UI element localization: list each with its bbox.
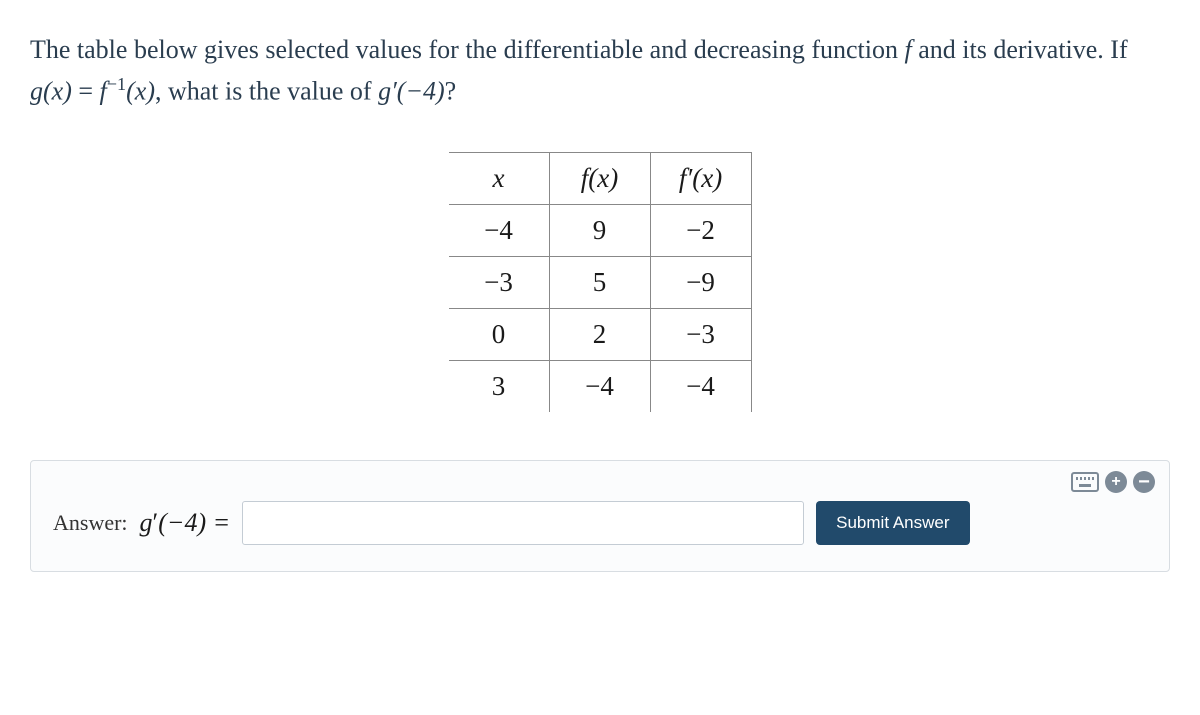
cell-fx: 2 xyxy=(549,309,650,361)
answer-label: Answer: xyxy=(53,510,128,536)
keyboard-icon[interactable] xyxy=(1071,472,1099,492)
cell-x: 0 xyxy=(449,309,550,361)
table-row: 3 −4 −4 xyxy=(449,361,752,413)
f-inverse-arg: (x) xyxy=(126,77,155,106)
answer-arg: (−4) = xyxy=(158,508,230,537)
cell-x: 3 xyxy=(449,361,550,413)
table-header-row: x f(x) f′(x) xyxy=(449,153,752,205)
equals: = xyxy=(72,77,100,106)
cell-fx: 9 xyxy=(549,205,650,257)
cell-fpx: −9 xyxy=(650,257,751,309)
values-table: x f(x) f′(x) −4 9 −2 −3 5 −9 0 2 −3 3 −4… xyxy=(449,152,752,412)
header-fx: f(x) xyxy=(549,153,650,205)
f-inverse-f: f xyxy=(100,77,107,106)
question-part2: and its derivative. If xyxy=(918,35,1127,64)
g-prime-neg4: g′(−4) xyxy=(378,77,445,106)
cell-fpx: −3 xyxy=(650,309,751,361)
values-table-wrap: x f(x) f′(x) −4 9 −2 −3 5 −9 0 2 −3 3 −4… xyxy=(30,152,1170,412)
f-inverse-exp: −1 xyxy=(107,74,126,94)
answer-input[interactable] xyxy=(242,501,804,545)
answer-row: Answer: g′(−4) = Submit Answer xyxy=(53,501,1147,545)
cell-x: −3 xyxy=(449,257,550,309)
question-part1: The table below gives selected values fo… xyxy=(30,35,905,64)
table-row: −3 5 −9 xyxy=(449,257,752,309)
submit-answer-button[interactable]: Submit Answer xyxy=(816,501,969,545)
cell-fx: −4 xyxy=(549,361,650,413)
zoom-out-button[interactable]: − xyxy=(1133,471,1155,493)
answer-g: g xyxy=(140,508,153,537)
question-mark: ? xyxy=(445,77,457,106)
question-text: The table below gives selected values fo… xyxy=(30,30,1170,112)
zoom-in-button[interactable]: + xyxy=(1105,471,1127,493)
answer-toolbar: + − xyxy=(1071,471,1155,493)
answer-expression: g′(−4) = xyxy=(140,508,231,538)
g-of-x: g(x) xyxy=(30,77,72,106)
table-row: 0 2 −3 xyxy=(449,309,752,361)
cell-fpx: −2 xyxy=(650,205,751,257)
header-fprimex: f′(x) xyxy=(650,153,751,205)
header-x: x xyxy=(449,153,550,205)
plus-icon: + xyxy=(1111,473,1120,491)
answer-panel: + − Answer: g′(−4) = Submit Answer xyxy=(30,460,1170,572)
cell-fx: 5 xyxy=(549,257,650,309)
cell-x: −4 xyxy=(449,205,550,257)
question-part3: , what is the value of xyxy=(155,77,378,106)
cell-fpx: −4 xyxy=(650,361,751,413)
table-row: −4 9 −2 xyxy=(449,205,752,257)
symbol-f: f xyxy=(905,35,912,64)
